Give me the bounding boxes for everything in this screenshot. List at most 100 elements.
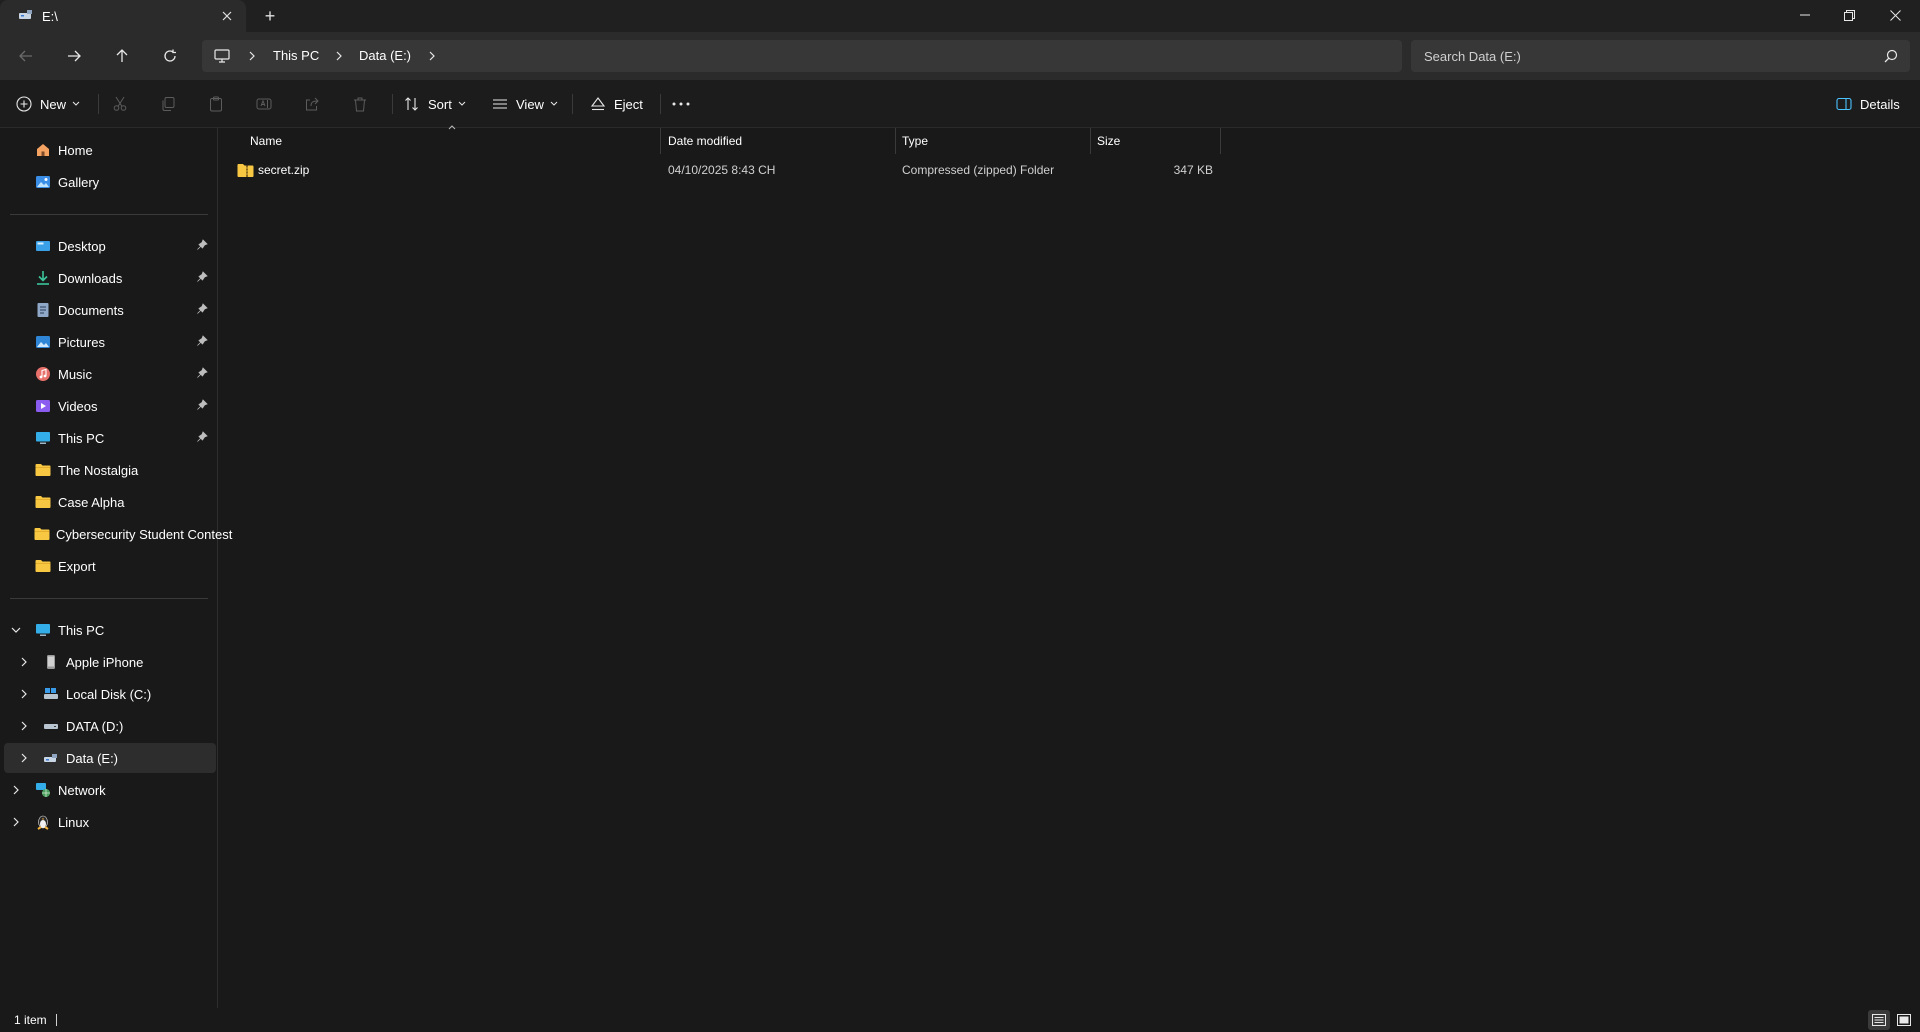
chevron-down-icon (458, 101, 466, 106)
sidebar-item-documents[interactable]: Documents (4, 295, 216, 325)
sort-button[interactable]: Sort (404, 88, 466, 120)
search-input[interactable] (1411, 40, 1910, 72)
close-tab-button[interactable] (216, 5, 238, 27)
column-resize-handle[interactable] (1090, 128, 1091, 154)
breadcrumb-data-e[interactable]: Data (E:) (359, 48, 411, 63)
sidebar-item-label: Cybersecurity Student Contest (56, 526, 233, 542)
usb-drive-icon (42, 749, 60, 767)
pin-icon[interactable] (196, 399, 208, 411)
pin-icon[interactable] (196, 239, 208, 251)
restore-button[interactable] (1826, 0, 1872, 30)
folder-icon (34, 461, 52, 479)
large-icons-view-button[interactable] (1893, 1010, 1915, 1030)
tab-active[interactable]: E:\ (0, 0, 246, 32)
list-view-icon (493, 99, 507, 109)
back-button[interactable] (10, 40, 42, 72)
chevron-down-icon (550, 101, 558, 106)
column-resize-handle[interactable] (660, 128, 661, 154)
delete-button[interactable] (352, 88, 368, 120)
new-button[interactable]: New (16, 88, 80, 120)
copy-button[interactable] (160, 88, 176, 120)
sort-ascending-icon (448, 125, 456, 130)
column-resize-handle[interactable] (1220, 128, 1221, 154)
sidebar-item-music[interactable]: Music (4, 359, 216, 389)
monitor-icon (214, 49, 230, 63)
zip-folder-icon (237, 164, 254, 177)
search-icon[interactable] (1884, 49, 1898, 63)
sidebar-item-the-nostalgia[interactable]: The Nostalgia (4, 455, 216, 485)
chevron-right-icon[interactable] (18, 752, 30, 764)
sidebar-item-network[interactable]: Network (4, 775, 216, 805)
sidebar-item-this-pc[interactable]: This PC (4, 615, 216, 645)
sidebar-item-desktop[interactable]: Desktop (4, 231, 216, 261)
minimize-button[interactable] (1782, 0, 1828, 30)
sidebar-item-label: Network (58, 782, 106, 798)
sidebar-item-gallery[interactable]: Gallery (4, 167, 216, 197)
share-icon (306, 97, 319, 111)
breadcrumb-this-pc[interactable]: This PC (273, 48, 319, 63)
column-header-name[interactable]: Name (250, 128, 450, 154)
sidebar-item-data-d[interactable]: DATA (D:) (4, 711, 216, 741)
column-header-date-modified[interactable]: Date modified (668, 128, 868, 154)
file-row[interactable]: secret.zip 04/10/2025 8:43 CH Compressed… (231, 160, 1221, 182)
forward-button[interactable] (58, 40, 90, 72)
pin-icon[interactable] (196, 431, 208, 443)
sidebar-item-label: Home (58, 142, 93, 158)
cut-button[interactable] (112, 88, 128, 120)
details-pane-button[interactable]: Details (1836, 88, 1900, 120)
sidebar-item-linux[interactable]: Linux (4, 807, 216, 837)
command-bar: New Sort View Eject Details (0, 80, 1920, 128)
column-resize-handle[interactable] (895, 128, 896, 154)
sidebar-item-apple-iphone[interactable]: Apple iPhone (4, 647, 216, 677)
documents-icon (34, 301, 52, 319)
folder-icon (34, 557, 52, 575)
sidebar-item-label: Data (E:) (66, 750, 119, 766)
sidebar-item-label: DATA (D:) (66, 718, 124, 734)
pin-icon[interactable] (196, 271, 208, 283)
more-options-button[interactable] (672, 88, 690, 120)
eject-button[interactable]: Eject (590, 88, 643, 120)
up-button[interactable] (106, 40, 138, 72)
sidebar-item-data-e[interactable]: Data (E:) (4, 743, 216, 773)
column-header-type[interactable]: Type (902, 128, 1052, 154)
trash-icon (354, 97, 366, 112)
pin-icon[interactable] (196, 303, 208, 315)
details-view-button[interactable] (1868, 1010, 1890, 1030)
sidebar-item-label: Videos (58, 398, 98, 414)
sidebar-item-case-alpha[interactable]: Case Alpha (4, 487, 216, 517)
details-label: Details (1860, 96, 1900, 112)
file-name[interactable]: secret.zip (258, 163, 309, 177)
large-icons-view-icon (1897, 1014, 1911, 1026)
divider (660, 94, 661, 114)
view-button[interactable]: View (492, 88, 558, 120)
sidebar-item-videos[interactable]: Videos (4, 391, 216, 421)
pin-icon[interactable] (196, 367, 208, 379)
sidebar-item-local-disk-c[interactable]: Local Disk (C:) (4, 679, 216, 709)
sidebar-item-label: Case Alpha (58, 494, 125, 510)
chevron-right-icon[interactable] (426, 49, 438, 63)
share-button[interactable] (304, 88, 320, 120)
paste-button[interactable] (208, 88, 224, 120)
sidebar-item-export[interactable]: Export (4, 551, 216, 581)
rename-button[interactable] (256, 88, 272, 120)
desktop-icon (34, 237, 52, 255)
sidebar-item-downloads[interactable]: Downloads (4, 263, 216, 293)
sidebar-item-label: Pictures (58, 334, 105, 350)
usb-drive-icon (19, 10, 32, 19)
this-pc-icon (34, 429, 52, 447)
column-header-size[interactable]: Size (1097, 128, 1197, 154)
sidebar-item-pictures[interactable]: Pictures (4, 327, 216, 357)
gallery-icon (34, 173, 52, 191)
sidebar-item-home[interactable]: Home (4, 135, 216, 165)
new-tab-button[interactable]: + (258, 4, 282, 28)
sidebar-item-this-pc-quick[interactable]: This PC (4, 423, 216, 453)
address-bar[interactable]: This PC Data (E:) (202, 40, 1402, 72)
sidebar-item-cybersecurity-student-contest[interactable]: Cybersecurity Student Contest (4, 519, 232, 549)
pin-icon[interactable] (196, 335, 208, 347)
refresh-button[interactable] (154, 40, 186, 72)
chevron-down-icon (72, 101, 80, 106)
home-icon (34, 141, 52, 159)
chevron-right-icon[interactable] (246, 49, 258, 63)
close-window-button[interactable] (1872, 0, 1918, 30)
chevron-right-icon[interactable] (333, 49, 345, 63)
